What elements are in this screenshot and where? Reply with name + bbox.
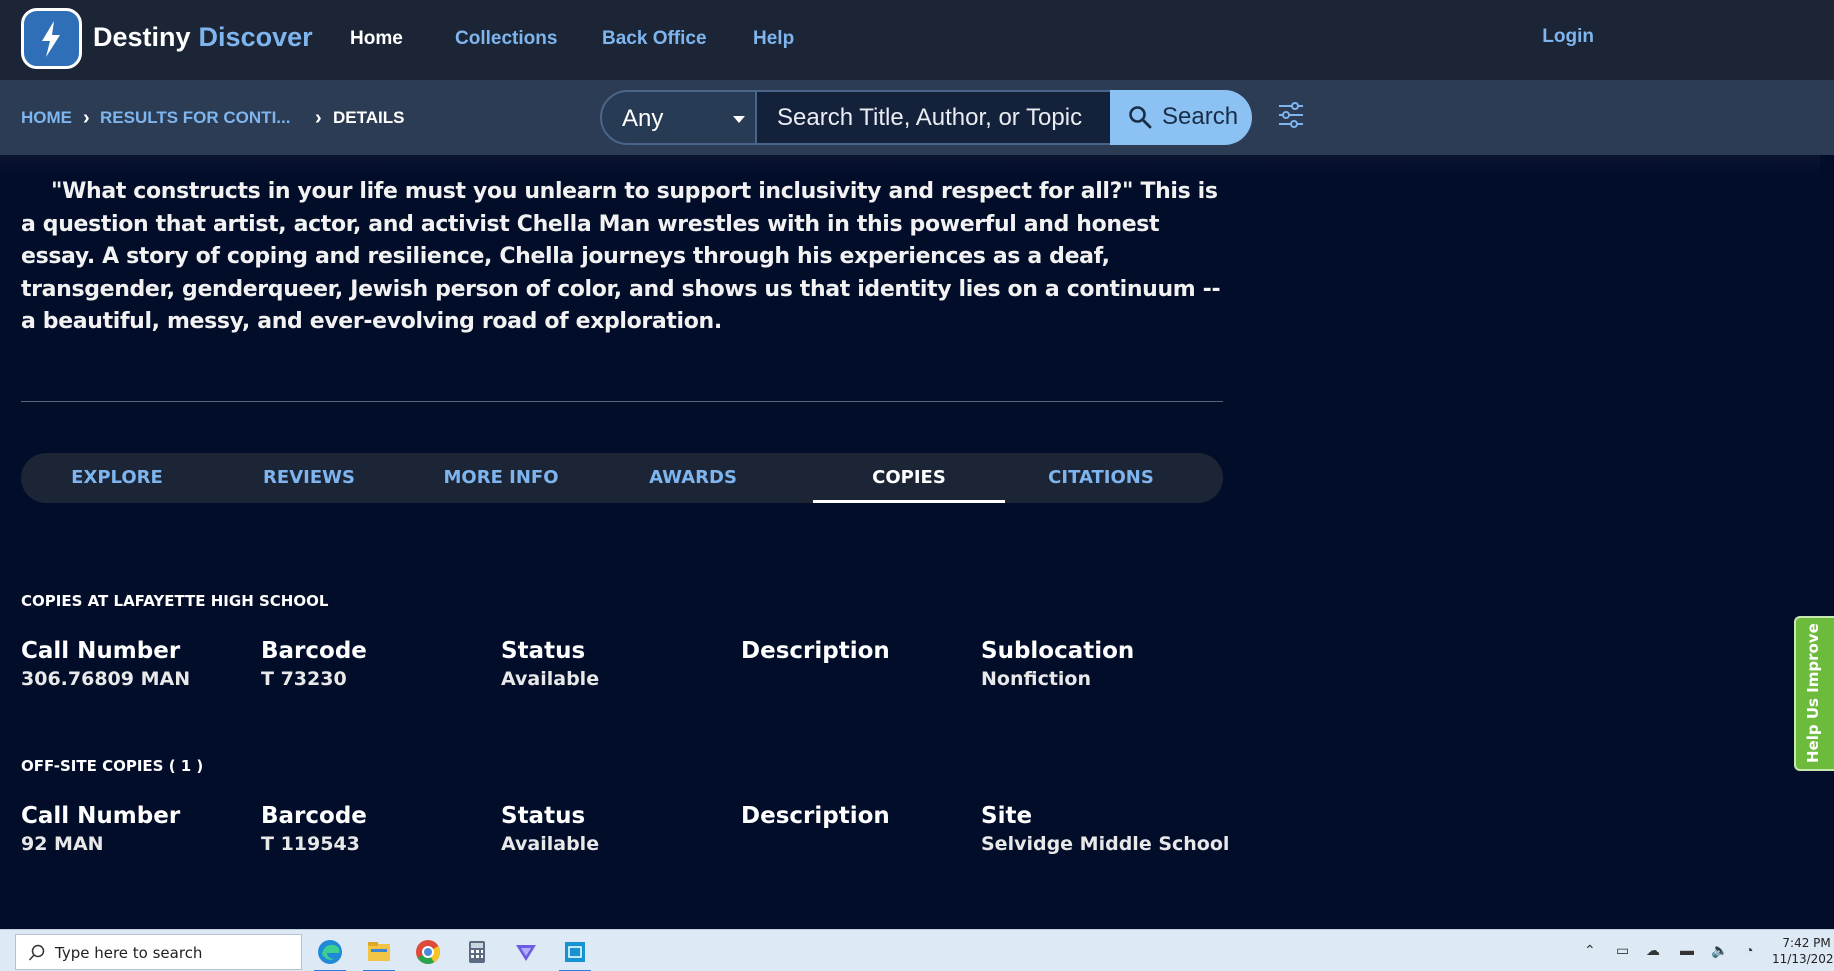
clock-date: 11/13/2023 (1772, 952, 1834, 966)
nav-help[interactable]: Help (753, 28, 794, 50)
offsite-description-column: Description (741, 803, 890, 833)
column-header: Description (741, 638, 890, 664)
vpn-app-icon[interactable] (510, 936, 542, 968)
barcode-value: T 73230 (261, 668, 347, 690)
offsite-call-number-column: Call Number 92 MAN (21, 803, 180, 855)
nav-home[interactable]: Home (350, 28, 403, 50)
breadcrumb-results[interactable]: RESULTS FOR CONTI... (100, 108, 290, 128)
search-button[interactable]: Search (1110, 90, 1252, 145)
brand-name[interactable]: Destiny Discover (93, 22, 313, 53)
help-us-improve-label: Help Us Improve (1804, 623, 1822, 763)
wifi-icon[interactable]: ◔ (1745, 942, 1753, 958)
local-status-column: Status Available (501, 638, 599, 690)
destiny-logo-icon[interactable] (21, 8, 82, 69)
offsite-copies-title: OFF-SITE COPIES ( 1 ) (21, 757, 204, 775)
status-value: Available (501, 668, 600, 690)
tab-explore[interactable]: EXPLORE (21, 453, 213, 503)
offsite-site-column: Site Selvidge Middle School (981, 803, 1229, 855)
system-clock[interactable]: 7:42 PM 11/13/2023 (1772, 935, 1834, 967)
column-header: Call Number (21, 803, 181, 829)
breadcrumb-chevron-icon: › (83, 107, 90, 129)
search-scope-select[interactable]: Any (600, 90, 757, 145)
column-header: Description (741, 803, 890, 829)
filter-sliders-icon[interactable] (1277, 101, 1305, 129)
search-icon (28, 944, 45, 961)
column-header: Sublocation (981, 638, 1135, 664)
call-number-value: 306.76809 MAN (21, 668, 191, 690)
search-button-label: Search (1162, 103, 1239, 130)
tab-awards[interactable]: AWARDS (597, 453, 789, 503)
column-header: Barcode (261, 803, 367, 829)
column-header: Status (501, 638, 586, 664)
tab-reviews[interactable]: REVIEWS (213, 453, 405, 503)
edge-browser-icon[interactable] (314, 936, 346, 971)
sublocation-value: Nonfiction (981, 668, 1092, 690)
column-header: Site (981, 803, 1033, 829)
help-us-improve-tab[interactable]: Help Us Improve (1794, 616, 1834, 771)
chrome-icon[interactable] (412, 936, 444, 968)
tab-more-info[interactable]: MORE INFO (405, 453, 597, 503)
tab-citations[interactable]: CITATIONS (1005, 453, 1197, 503)
local-copies-title: COPIES AT LAFAYETTE HIGH SCHOOL (21, 592, 329, 610)
clock-time: 7:42 PM (1782, 936, 1831, 950)
search-scope-value: Any (622, 105, 664, 132)
breadcrumb-home[interactable]: HOME (21, 108, 72, 128)
search-form: Any Search (600, 90, 1252, 145)
local-sublocation-column: Sublocation Nonfiction (981, 638, 1134, 690)
brand-primary: Destiny (93, 22, 191, 52)
column-header: Call Number (21, 638, 181, 664)
store-app-icon[interactable] (559, 936, 591, 971)
chevron-up-icon[interactable]: ⌃ (1584, 942, 1596, 959)
battery-icon[interactable]: ▬ (1680, 942, 1694, 958)
site-value: Selvidge Middle School (981, 833, 1230, 855)
details-tabs: EXPLORE REVIEWS MORE INFO AWARDS COPIES … (21, 453, 1223, 503)
status-value: Available (501, 833, 600, 855)
header-shadow (0, 155, 1820, 175)
taskbar-search-placeholder: Type here to search (55, 944, 203, 962)
nav-collections[interactable]: Collections (455, 28, 557, 50)
tab-copies[interactable]: COPIES (813, 453, 1005, 503)
offsite-status-column: Status Available (501, 803, 599, 855)
calculator-icon[interactable] (461, 936, 493, 968)
local-call-number-column: Call Number 306.76809 MAN (21, 638, 190, 690)
volume-icon[interactable]: 🔈 (1711, 942, 1728, 959)
section-divider (21, 401, 1223, 402)
barcode-value: T 119543 (261, 833, 360, 855)
taskbar-search-box[interactable]: Type here to search (15, 934, 302, 970)
breadcrumb-details: DETAILS (333, 108, 405, 127)
column-header: Status (501, 803, 586, 829)
caret-down-icon (733, 116, 745, 123)
book-description: "What constructs in your life must you u… (21, 179, 1221, 334)
offsite-barcode-column: Barcode T 119543 (261, 803, 367, 855)
login-link[interactable]: Login (1542, 26, 1594, 48)
call-number-value: 92 MAN (21, 833, 104, 855)
windows-taskbar: Type here to search ⌃ ▭ ☁ ▬ 🔈 ◔ 7:42 PM … (0, 929, 1834, 971)
search-icon (1129, 106, 1152, 129)
top-navigation-bar: Destiny Discover Home Collections Back Of… (0, 0, 1834, 80)
brand-secondary: Discover (198, 22, 313, 52)
onedrive-icon[interactable]: ☁ (1646, 942, 1660, 959)
file-explorer-icon[interactable] (363, 936, 395, 971)
column-header: Barcode (261, 638, 367, 664)
search-input[interactable] (757, 90, 1110, 145)
local-barcode-column: Barcode T 73230 (261, 638, 367, 690)
meet-now-icon[interactable]: ▭ (1616, 942, 1629, 959)
local-description-column: Description (741, 638, 890, 668)
nav-back-office[interactable]: Back Office (602, 28, 707, 50)
breadcrumb-chevron-icon: › (315, 107, 322, 129)
